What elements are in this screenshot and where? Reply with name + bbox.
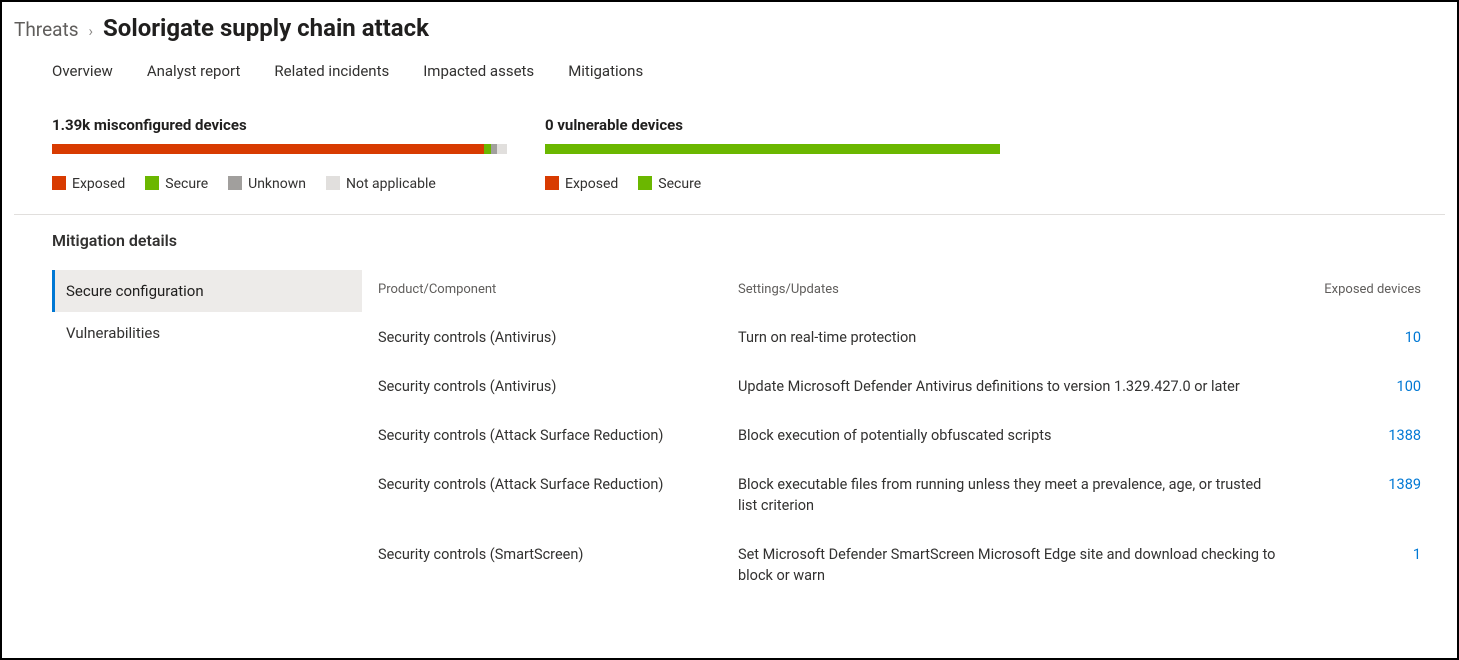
exposed-devices-link[interactable]: 100 xyxy=(1397,378,1421,395)
cell-product: Security controls (Attack Surface Reduct… xyxy=(362,411,722,460)
divider xyxy=(14,214,1445,215)
mitigation-details: Secure configurationVulnerabilities Prod… xyxy=(14,270,1445,600)
legend-item-secure: Secure xyxy=(638,176,701,192)
bar-segment-not-applicable xyxy=(497,144,507,154)
vulnerable-bar xyxy=(545,144,1000,154)
legend-swatch-icon xyxy=(545,176,559,190)
col-product[interactable]: Product/Component xyxy=(362,270,722,313)
mitigation-table-wrap: Product/Component Settings/Updates Expos… xyxy=(362,270,1445,600)
legend-item-exposed: Exposed xyxy=(545,176,618,192)
table-row[interactable]: Security controls (Antivirus)Update Micr… xyxy=(362,362,1437,411)
legend-item-unknown: Unknown xyxy=(228,176,306,192)
legend-item-exposed: Exposed xyxy=(52,176,125,192)
cell-setting: Turn on real-time protection xyxy=(722,313,1297,362)
pivot-item-vulnerabilities[interactable]: Vulnerabilities xyxy=(52,312,362,354)
tab-related-incidents[interactable]: Related incidents xyxy=(274,56,389,86)
cell-exposed-devices: 10 xyxy=(1297,313,1437,362)
summary-charts: 1.39k misconfigured devices Exposed Secur… xyxy=(14,116,1445,192)
col-settings[interactable]: Settings/Updates xyxy=(722,270,1297,313)
exposed-devices-link[interactable]: 10 xyxy=(1405,329,1421,346)
misconfigured-bar xyxy=(52,144,507,154)
mitigation-table: Product/Component Settings/Updates Expos… xyxy=(362,270,1437,600)
tab-overview[interactable]: Overview xyxy=(52,56,113,86)
table-row[interactable]: Security controls (Attack Surface Reduct… xyxy=(362,460,1437,530)
cell-setting: Block executable files from running unle… xyxy=(722,460,1297,530)
tab-bar: Overview Analyst report Related incident… xyxy=(14,56,1445,86)
cell-exposed-devices: 100 xyxy=(1297,362,1437,411)
chevron-right-icon: › xyxy=(89,22,94,40)
table-row[interactable]: Security controls (SmartScreen)Set Micro… xyxy=(362,530,1437,600)
tab-impacted-assets[interactable]: Impacted assets xyxy=(423,56,534,86)
tab-analyst-report[interactable]: Analyst report xyxy=(147,56,241,86)
cell-exposed-devices: 1 xyxy=(1297,530,1437,600)
vulnerable-legend: Exposed Secure xyxy=(545,176,1000,192)
vulnerable-title: 0 vulnerable devices xyxy=(545,116,1000,134)
cell-setting: Update Microsoft Defender Antivirus defi… xyxy=(722,362,1297,411)
pivot-item-secure-configuration[interactable]: Secure configuration xyxy=(52,270,362,312)
misconfigured-legend: Exposed Secure Unknown Not applicable xyxy=(52,176,507,192)
pivot-nav: Secure configurationVulnerabilities xyxy=(52,270,362,600)
misconfigured-title: 1.39k misconfigured devices xyxy=(52,116,507,134)
cell-product: Security controls (Antivirus) xyxy=(362,362,722,411)
legend-swatch-icon xyxy=(326,176,340,190)
table-row[interactable]: Security controls (Attack Surface Reduct… xyxy=(362,411,1437,460)
legend-item-secure: Secure xyxy=(145,176,208,192)
cell-exposed-devices: 1388 xyxy=(1297,411,1437,460)
cell-exposed-devices: 1389 xyxy=(1297,460,1437,530)
cell-product: Security controls (Antivirus) xyxy=(362,313,722,362)
cell-product: Security controls (Attack Surface Reduct… xyxy=(362,460,722,530)
breadcrumb: Threats › Solorigate supply chain attack xyxy=(14,14,1445,42)
cell-setting: Block execution of potentially obfuscate… xyxy=(722,411,1297,460)
exposed-devices-link[interactable]: 1389 xyxy=(1388,476,1421,493)
exposed-devices-link[interactable]: 1388 xyxy=(1388,427,1421,444)
vulnerable-chart: 0 vulnerable devices Exposed Secure xyxy=(545,116,1000,192)
legend-swatch-icon xyxy=(52,176,66,190)
table-header-row: Product/Component Settings/Updates Expos… xyxy=(362,270,1437,313)
breadcrumb-parent[interactable]: Threats xyxy=(14,18,79,41)
page-title: Solorigate supply chain attack xyxy=(103,14,429,42)
exposed-devices-link[interactable]: 1 xyxy=(1413,546,1421,563)
tab-mitigations[interactable]: Mitigations xyxy=(568,56,643,86)
section-mitigation-details: Mitigation details xyxy=(14,231,1445,250)
cell-setting: Set Microsoft Defender SmartScreen Micro… xyxy=(722,530,1297,600)
bar-segment-secure xyxy=(545,144,1000,154)
misconfigured-chart: 1.39k misconfigured devices Exposed Secur… xyxy=(52,116,507,192)
table-row[interactable]: Security controls (Antivirus)Turn on rea… xyxy=(362,313,1437,362)
bar-segment-exposed xyxy=(52,144,484,154)
legend-item-not-applicable: Not applicable xyxy=(326,176,436,192)
legend-swatch-icon xyxy=(638,176,652,190)
cell-product: Security controls (SmartScreen) xyxy=(362,530,722,600)
legend-swatch-icon xyxy=(228,176,242,190)
legend-swatch-icon xyxy=(145,176,159,190)
col-exposed[interactable]: Exposed devices xyxy=(1297,270,1437,313)
